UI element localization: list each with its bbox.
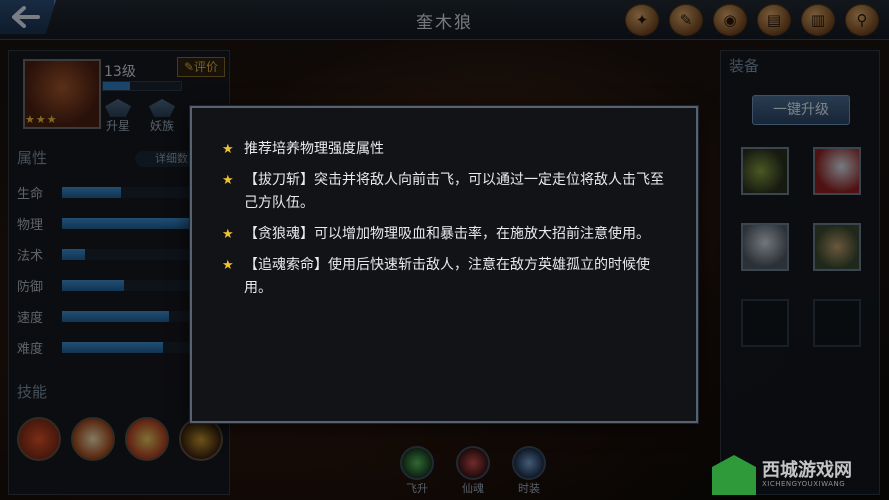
- tips-dialog: ★ 推荐培养物理强度属性 ★ 【拔刀斩】突击并将敌人向前击飞，可以通过一定走位将…: [190, 106, 698, 423]
- tip-item: ★ 推荐培养物理强度属性: [222, 138, 676, 161]
- watermark-sub: XICHENGYOUXIWANG: [762, 480, 846, 488]
- star-icon: ★: [222, 142, 234, 157]
- watermark: 西城游戏网 XICHENGYOUXIWANG: [712, 453, 882, 497]
- tip-text: 推荐培养物理强度属性: [244, 141, 384, 157]
- tip-item: ★ 【拔刀斩】突击并将敌人向前击飞，可以通过一定走位将敌人击飞至己方队伍。: [222, 169, 676, 215]
- watermark-logo-icon: [712, 455, 756, 495]
- star-icon: ★: [222, 227, 234, 242]
- tip-text: 【追魂索命】使用后快速斩击敌人，注意在敌方英雄孤立的时候使用。: [244, 257, 650, 296]
- tip-text: 【贪狼魂】可以增加物理吸血和暴击率，在施放大招前注意使用。: [244, 226, 650, 242]
- star-icon: ★: [222, 258, 234, 273]
- watermark-name: 西城游戏网: [762, 460, 852, 481]
- tip-item: ★ 【贪狼魂】可以增加物理吸血和暴击率，在施放大招前注意使用。: [222, 223, 676, 246]
- tip-text: 【拔刀斩】突击并将敌人向前击飞，可以通过一定走位将敌人击飞至己方队伍。: [244, 172, 664, 211]
- tip-item: ★ 【追魂索命】使用后快速斩击敌人，注意在敌方英雄孤立的时候使用。: [222, 254, 676, 300]
- star-icon: ★: [222, 173, 234, 188]
